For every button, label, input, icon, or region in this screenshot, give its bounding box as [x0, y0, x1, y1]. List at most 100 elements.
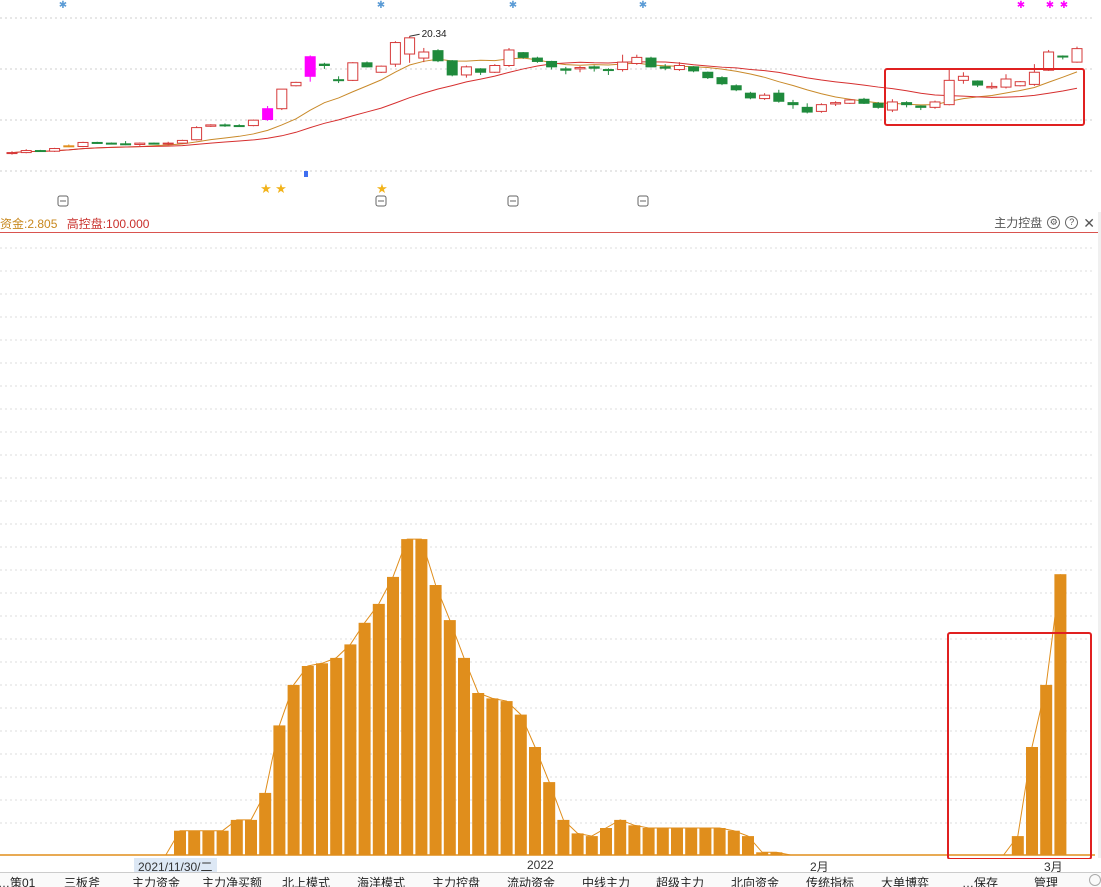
candle	[205, 124, 217, 127]
candle	[432, 49, 444, 63]
gear-icon[interactable]: ⚙	[1047, 216, 1061, 229]
tab-liquid-capital[interactable]: 流动资金	[507, 874, 555, 887]
candle	[134, 142, 146, 146]
price-candlestick-chart[interactable]: 20.34 ✱ ✱ ✱ ✱ ✱ ✱ ✱ ★ ★ ★	[0, 0, 1101, 212]
indicator-bar	[372, 603, 385, 855]
candle	[1057, 55, 1069, 60]
candle	[475, 68, 487, 75]
candle	[815, 103, 827, 113]
tab-three-axes[interactable]: 三板斧	[64, 874, 100, 887]
asterisk-marker-icon: ✱	[639, 0, 647, 11]
indicator-title[interactable]: 主力控盘	[994, 214, 1042, 231]
indicator-bar	[1011, 836, 1024, 855]
candle	[688, 66, 700, 73]
candle	[63, 144, 75, 148]
tab-northbound-mode[interactable]: 北上模式	[282, 874, 330, 887]
indicator-bar-chart[interactable]	[0, 233, 1101, 860]
indicator-bar	[415, 539, 428, 855]
indicator-bar	[316, 663, 328, 855]
indicator-bar	[500, 701, 513, 855]
candle	[49, 147, 61, 152]
candle	[588, 65, 600, 72]
candle	[886, 99, 898, 113]
candle	[901, 101, 913, 108]
tab-super-main[interactable]: 超级主力	[656, 874, 704, 887]
candle	[389, 41, 401, 67]
candle	[602, 68, 614, 75]
candle	[517, 52, 529, 59]
candle	[531, 56, 543, 63]
candle	[730, 84, 742, 92]
scroll-right-icon[interactable]	[1089, 874, 1101, 886]
tab-mid-term-main[interactable]: 中线主力	[582, 874, 630, 887]
high-price-label: 20.34	[422, 29, 447, 40]
candle	[915, 105, 927, 111]
candle	[105, 142, 117, 145]
candle	[801, 103, 813, 114]
indicator-tabs-bar: …策01 三板斧 主力资金 主力净买额 北上模式 海洋模式 主力控盘 流动资金 …	[0, 872, 1101, 887]
tab-big-order-game[interactable]: 大单博弈	[881, 874, 929, 887]
candle	[233, 124, 245, 128]
indicator-bar	[330, 657, 343, 855]
indicator-bar	[301, 666, 314, 855]
tab-manage[interactable]: 管理	[1034, 874, 1058, 887]
indicator-bar	[614, 819, 627, 855]
indicator-controls: 主力控盘 ⚙ ? ✕	[994, 214, 1095, 231]
close-icon[interactable]: ✕	[1083, 216, 1095, 230]
candle	[361, 61, 373, 68]
asterisk-marker-icon: ✱	[1046, 0, 1054, 11]
candle	[219, 123, 231, 127]
indicator-bar	[671, 828, 683, 855]
candle	[560, 66, 572, 75]
indicator-bar	[188, 830, 201, 855]
tab-save[interactable]: …保存	[962, 874, 998, 887]
indicator-bar	[571, 833, 584, 855]
indicator-bar	[443, 620, 456, 855]
candle	[759, 93, 771, 100]
flag-icon	[304, 171, 308, 177]
high-marker-line	[409, 33, 420, 37]
indicator-bar	[628, 825, 641, 855]
candle	[1071, 46, 1083, 63]
candle	[77, 141, 89, 148]
candle	[830, 101, 842, 106]
candle	[1043, 49, 1055, 71]
candle	[489, 64, 501, 73]
candle	[1014, 81, 1026, 87]
question-icon[interactable]: ?	[1065, 216, 1079, 229]
indicator-bar	[429, 585, 442, 855]
candle	[120, 141, 132, 146]
indicator-bar	[557, 819, 570, 855]
candle	[986, 82, 998, 90]
asterisk-marker-icon: ✱	[377, 0, 385, 11]
tab-ocean-mode[interactable]: 海洋模式	[357, 874, 405, 887]
tab-strategy01[interactable]: …策01	[0, 874, 35, 887]
indicator-values: 资金:2.805 高控盘:100.000	[0, 215, 149, 232]
tab-traditional-indicators[interactable]: 传统指标	[806, 874, 854, 887]
candle	[91, 141, 103, 144]
star-icon: ★	[275, 181, 287, 196]
candle	[702, 71, 714, 79]
indicator-bar	[1054, 574, 1067, 855]
tab-northbound-capital[interactable]: 北向资金	[731, 874, 779, 887]
indicator-bar	[174, 830, 186, 855]
asterisk-marker-icon: ✱	[509, 0, 517, 11]
tab-main-capital[interactable]: 主力资金	[132, 874, 180, 887]
candle	[645, 56, 657, 68]
indicator-bar	[685, 828, 698, 855]
candle	[872, 101, 884, 109]
candle	[929, 100, 941, 109]
candle	[957, 72, 969, 84]
tab-main-net-buy[interactable]: 主力净买额	[202, 874, 262, 887]
indicator-bar	[287, 684, 300, 855]
candle	[418, 47, 430, 63]
candle	[304, 55, 316, 82]
indicator-bar	[486, 698, 499, 855]
candle	[148, 142, 160, 145]
asterisk-marker-icon: ✱	[59, 0, 67, 11]
year-label: 2022	[527, 858, 554, 872]
indicator-bar	[387, 576, 399, 855]
indicator-bar	[202, 830, 215, 855]
tab-main-control[interactable]: 主力控盘	[432, 874, 480, 887]
indicator-bar	[358, 622, 371, 855]
